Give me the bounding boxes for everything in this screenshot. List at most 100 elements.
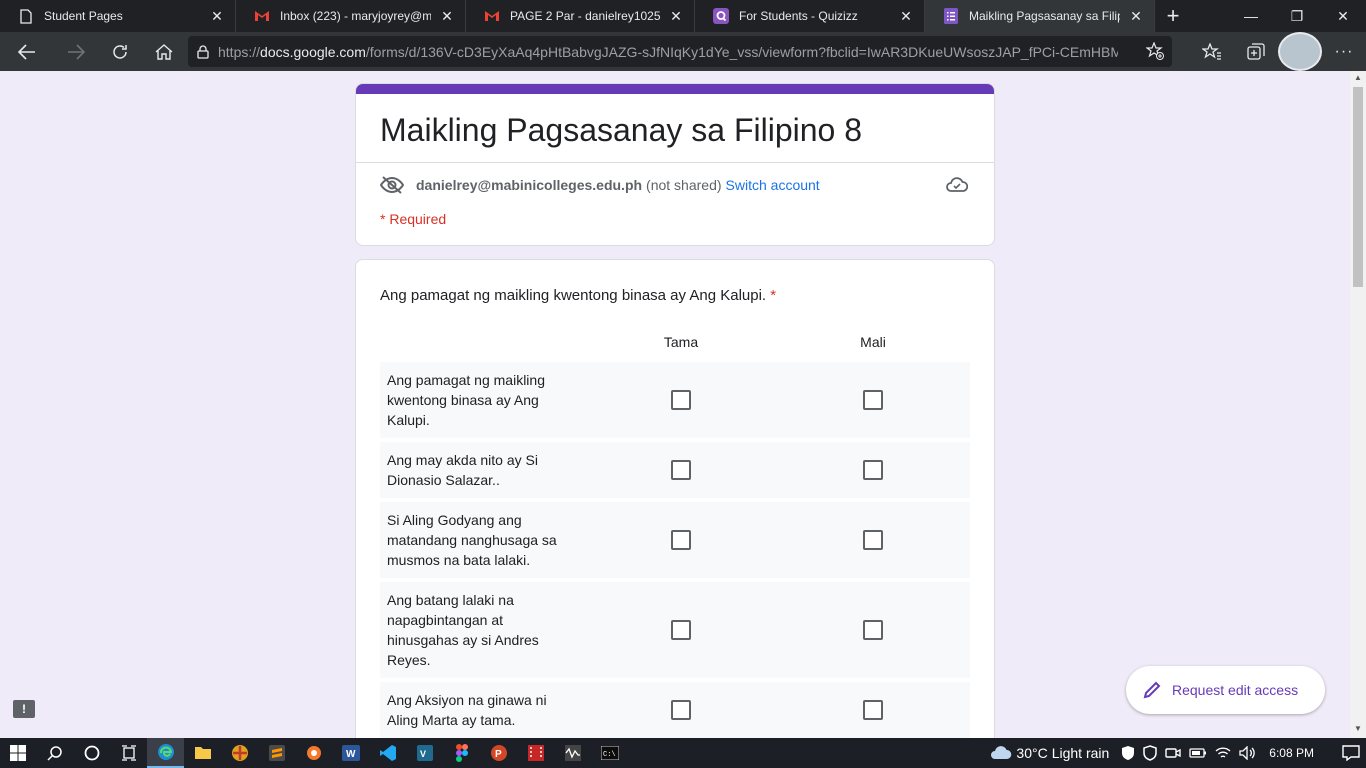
app-icon-blender[interactable]	[295, 738, 332, 768]
column-header-tama: Tama	[663, 334, 699, 350]
svg-text:P: P	[495, 749, 502, 760]
app-icon-compass[interactable]	[221, 738, 258, 768]
system-tray: 30°C Light rain 6:08 PM	[990, 738, 1366, 768]
minimize-icon[interactable]: —	[1228, 0, 1274, 32]
grid-row: Ang may akda nito ay Si Dionasio Salazar…	[380, 442, 970, 498]
tab-page-2[interactable]: PAGE 2 Par - danielrey1025200 ✕	[466, 0, 695, 32]
weather-widget[interactable]: 30°C Light rain	[990, 745, 1109, 761]
add-favorite-icon[interactable]	[1145, 41, 1164, 65]
svg-text:C:\: C:\	[603, 751, 616, 759]
weather-desc: Light rain	[1051, 745, 1110, 761]
checkbox-grid: Tama Mali Ang pamagat ng maikling kwento…	[380, 334, 970, 738]
request-edit-label: Request edit access	[1172, 682, 1299, 698]
not-shared-label: (not shared)	[646, 177, 722, 193]
tab-inbox[interactable]: Inbox (223) - maryjoyrey@mab ✕	[236, 0, 466, 32]
page-icon	[18, 8, 34, 24]
back-icon[interactable]	[0, 32, 54, 71]
checkbox-tama[interactable]	[671, 460, 691, 480]
url-text: https://docs.google.com/forms/d/136V-cD3…	[218, 43, 1118, 60]
app-icon-waveform[interactable]	[554, 738, 591, 768]
more-icon[interactable]: ···	[1322, 32, 1366, 71]
checkbox-tama[interactable]	[671, 700, 691, 720]
profile-avatar[interactable]	[1278, 32, 1322, 71]
switch-account-link[interactable]: Switch account	[726, 177, 820, 193]
forward-icon[interactable]	[54, 32, 98, 71]
cortana-icon[interactable]	[73, 738, 110, 768]
required-note: * Required	[380, 211, 447, 227]
wifi-icon	[1215, 747, 1231, 758]
tab-title: Student Pages	[44, 9, 123, 23]
close-icon[interactable]: ✕	[898, 8, 914, 24]
scroll-down-icon[interactable]: ▼	[1350, 724, 1366, 736]
figma-icon[interactable]	[443, 738, 480, 768]
checkbox-mali[interactable]	[863, 460, 883, 480]
checkbox-mali[interactable]	[863, 700, 883, 720]
grid-header: Tama Mali	[380, 334, 970, 362]
home-icon[interactable]	[142, 32, 186, 71]
security-icon	[1143, 745, 1158, 761]
pencil-icon	[1142, 680, 1162, 700]
clock[interactable]: 6:08 PM	[1269, 746, 1314, 760]
lock-icon[interactable]	[188, 44, 218, 59]
checkbox-tama[interactable]	[671, 530, 691, 550]
restore-icon[interactable]: ❐	[1274, 0, 1320, 32]
tab-title: Maikling Pagsasanay sa Filipino	[969, 9, 1120, 23]
checkbox-mali[interactable]	[863, 530, 883, 550]
terminal-icon[interactable]: C:\	[591, 738, 628, 768]
new-tab-button[interactable]: +	[1155, 0, 1191, 32]
vscode-icon[interactable]	[369, 738, 406, 768]
app-icon-sublime[interactable]	[258, 738, 295, 768]
battery-icon	[1189, 748, 1207, 758]
checkbox-tama[interactable]	[671, 620, 691, 640]
close-icon[interactable]: ✕	[209, 8, 225, 24]
grid-row: Ang batang lalaki na napagbintangan at h…	[380, 582, 970, 678]
form-title: Maikling Pagsasanay sa Filipino 8	[380, 112, 863, 148]
close-window-icon[interactable]: ✕	[1320, 0, 1366, 32]
cloud-saved-icon	[946, 177, 969, 196]
scrollbar-thumb[interactable]	[1353, 87, 1363, 287]
checkbox-tama[interactable]	[671, 390, 691, 410]
form-header-card: Maikling Pagsasanay sa Filipino 8 daniel…	[355, 83, 995, 246]
row-label: Ang Aksiyon na ginawa ni Aling Marta ay …	[387, 692, 547, 728]
browser-tab-strip: Student Pages ✕ Inbox (223) - maryjoyrey…	[0, 0, 1366, 32]
row-label: Ang batang lalaki na napagbintangan at h…	[387, 592, 539, 668]
weather-temp: 30°C	[1016, 745, 1048, 761]
page-scrollbar[interactable]: ▲ ▼	[1350, 71, 1366, 738]
windows-start-icon[interactable]	[0, 738, 36, 768]
address-bar[interactable]: https://docs.google.com/forms/d/136V-cD3…	[188, 36, 1172, 67]
task-view-icon[interactable]	[110, 738, 147, 768]
app-icon-film[interactable]	[517, 738, 554, 768]
close-icon[interactable]: ✕	[439, 8, 455, 24]
tray-icons	[1121, 745, 1256, 761]
file-explorer-icon[interactable]	[184, 738, 221, 768]
quizizz-icon	[713, 8, 729, 24]
account-row: danielrey@mabinicolleges.edu.ph (not sha…	[356, 163, 994, 207]
tab-student-pages[interactable]: Student Pages ✕	[0, 0, 236, 32]
app-icon-visio[interactable]: V	[406, 738, 443, 768]
grid-row: Ang pamagat ng maikling kwentong binasa …	[380, 362, 970, 438]
form-page: Maikling Pagsasanay sa Filipino 8 daniel…	[0, 71, 1350, 738]
notification-icon[interactable]	[1336, 745, 1366, 761]
gmail-icon	[484, 8, 500, 24]
eye-off-icon	[380, 176, 404, 194]
refresh-icon[interactable]	[98, 32, 142, 71]
question-card: Ang pamagat ng maikling kwentong binasa …	[355, 259, 995, 738]
report-problem-icon[interactable]: !	[13, 700, 35, 718]
scroll-up-icon[interactable]: ▲	[1350, 73, 1366, 85]
tab-forms[interactable]: Maikling Pagsasanay sa Filipino ✕	[925, 0, 1155, 32]
checkbox-mali[interactable]	[863, 620, 883, 640]
favorites-icon[interactable]	[1190, 32, 1234, 71]
search-icon[interactable]	[36, 738, 73, 768]
edge-taskbar-icon[interactable]	[147, 738, 184, 768]
powerpoint-icon[interactable]: P	[480, 738, 517, 768]
request-edit-access-button[interactable]: Request edit access	[1126, 666, 1325, 714]
row-label: Ang may akda nito ay Si Dionasio Salazar…	[387, 452, 538, 488]
tab-title: PAGE 2 Par - danielrey1025200	[510, 9, 660, 23]
checkbox-mali[interactable]	[863, 390, 883, 410]
volume-icon	[1239, 746, 1256, 760]
tab-quizizz[interactable]: For Students - Quizizz ✕	[695, 0, 925, 32]
close-icon[interactable]: ✕	[1128, 8, 1144, 24]
word-icon[interactable]: W	[332, 738, 369, 768]
collections-icon[interactable]	[1234, 32, 1278, 71]
close-icon[interactable]: ✕	[668, 8, 684, 24]
